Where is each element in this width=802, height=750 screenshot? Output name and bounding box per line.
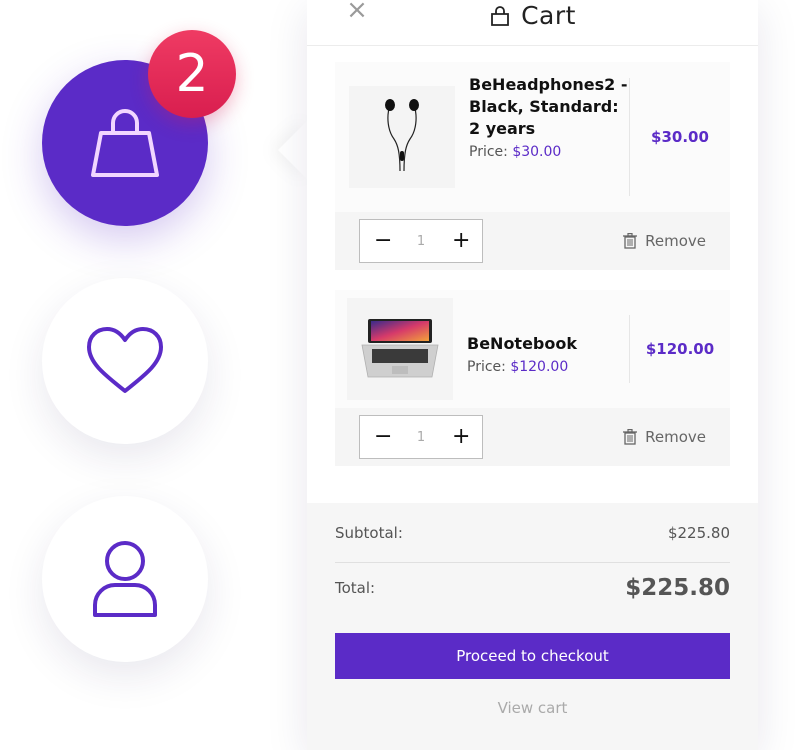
price-value: $30.00 <box>512 144 562 160</box>
cart-item-info: BeNotebook Price: $120.00 <box>453 315 630 383</box>
product-thumbnail[interactable] <box>347 298 453 400</box>
total-value: $225.80 <box>625 575 730 601</box>
quantity-value[interactable]: 1 <box>417 430 425 445</box>
decrease-quantity-button[interactable]: − <box>374 230 392 252</box>
cart-item-controls: − 1 + Remove <box>335 408 730 466</box>
increase-quantity-button[interactable]: + <box>452 426 470 448</box>
panel-pointer-arrow <box>278 120 308 180</box>
cart-item-details: BeNotebook Price: $120.00 $120.00 <box>335 290 730 408</box>
view-cart-link[interactable]: View cart <box>335 699 730 717</box>
increase-quantity-button[interactable]: + <box>452 230 470 252</box>
cart-item: BeHeadphones2 - Black, Standard: 2 years… <box>335 62 730 270</box>
subtotal-value: $225.80 <box>667 523 730 542</box>
close-button[interactable]: × <box>345 0 369 24</box>
trash-icon <box>623 233 638 249</box>
product-name[interactable]: BeNotebook <box>467 333 629 355</box>
remove-label: Remove <box>645 428 706 446</box>
quantity-stepper: − 1 + <box>359 219 483 263</box>
item-total-price: $30.00 <box>651 128 709 146</box>
product-thumbnail[interactable] <box>349 86 455 188</box>
proceed-to-checkout-button[interactable]: Proceed to checkout <box>335 633 730 679</box>
shopping-bag-icon <box>91 109 159 177</box>
remove-label: Remove <box>645 232 706 250</box>
price-label: Price: <box>467 359 506 375</box>
subtotal-row: Subtotal: $225.80 <box>335 503 730 563</box>
cart-count-badge: 2 <box>148 30 236 118</box>
shopping-bag-icon <box>491 5 509 26</box>
quantity-value[interactable]: 1 <box>417 234 425 249</box>
cart-items-list: BeHeadphones2 - Black, Standard: 2 years… <box>307 46 758 466</box>
cart-item: BeNotebook Price: $120.00 $120.00 − 1 + <box>335 290 730 466</box>
product-unit-price: Price: $30.00 <box>469 144 629 160</box>
cart-item-info: BeHeadphones2 - Black, Standard: 2 years… <box>455 75 630 196</box>
trash-icon <box>623 429 638 445</box>
user-icon <box>93 541 157 617</box>
cart-item-details: BeHeadphones2 - Black, Standard: 2 years… <box>335 62 730 212</box>
remove-item-button[interactable]: Remove <box>623 232 706 250</box>
total-row: Total: $225.80 <box>335 563 730 613</box>
cart-title: Cart <box>489 1 576 30</box>
decrease-quantity-button[interactable]: − <box>374 426 392 448</box>
wishlist-circle-button[interactable] <box>42 278 208 444</box>
earphones-image <box>385 99 419 172</box>
total-label: Total: <box>335 579 376 597</box>
cart-title-text: Cart <box>521 1 576 30</box>
price-label: Price: <box>469 144 508 160</box>
cart-summary: Subtotal: $225.80 Total: $225.80 Proceed… <box>307 503 758 750</box>
item-total-price: $120.00 <box>645 340 715 358</box>
price-value: $120.00 <box>510 359 569 375</box>
product-unit-price: Price: $120.00 <box>467 359 629 375</box>
account-circle-button[interactable] <box>42 496 208 662</box>
stage: 2 × Cart BeHeadphones2 - Black, Standard… <box>0 0 802 750</box>
laptop-image <box>361 319 439 378</box>
close-icon: × <box>346 0 368 25</box>
quantity-stepper: − 1 + <box>359 415 483 459</box>
subtotal-label: Subtotal: <box>335 523 403 542</box>
remove-item-button[interactable]: Remove <box>623 428 706 446</box>
cart-panel: × Cart BeHeadphones2 - Black, Standard: … <box>307 0 758 750</box>
cart-item-controls: − 1 + Remove <box>335 212 730 270</box>
cart-header: × Cart <box>307 0 758 46</box>
heart-icon <box>87 327 163 393</box>
product-name[interactable]: BeHeadphones2 - Black, Standard: 2 years <box>469 74 629 140</box>
